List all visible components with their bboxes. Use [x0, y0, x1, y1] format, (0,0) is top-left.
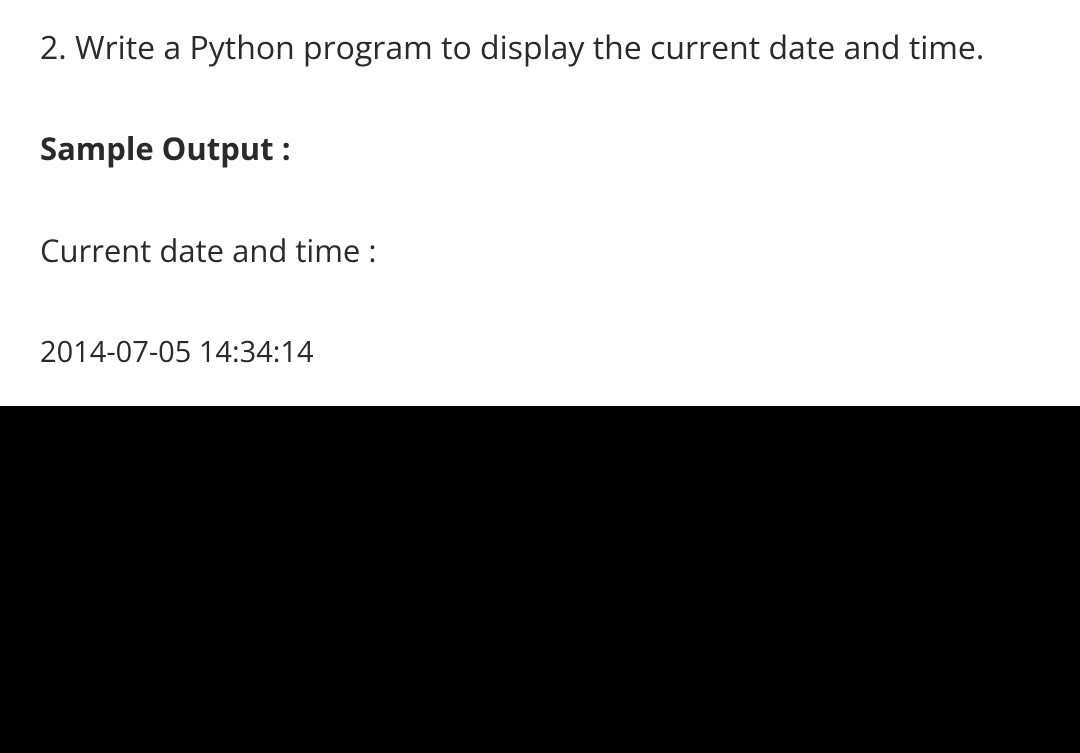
output-datetime-value: 2014-07-05 14:34:14 [40, 332, 1040, 371]
document-content: 2. Write a Python program to display the… [0, 0, 1080, 406]
output-header: Current date and time : [40, 230, 1040, 272]
question-text: 2. Write a Python program to display the… [40, 24, 1040, 72]
sample-output-label: Sample Output : [40, 128, 1040, 170]
